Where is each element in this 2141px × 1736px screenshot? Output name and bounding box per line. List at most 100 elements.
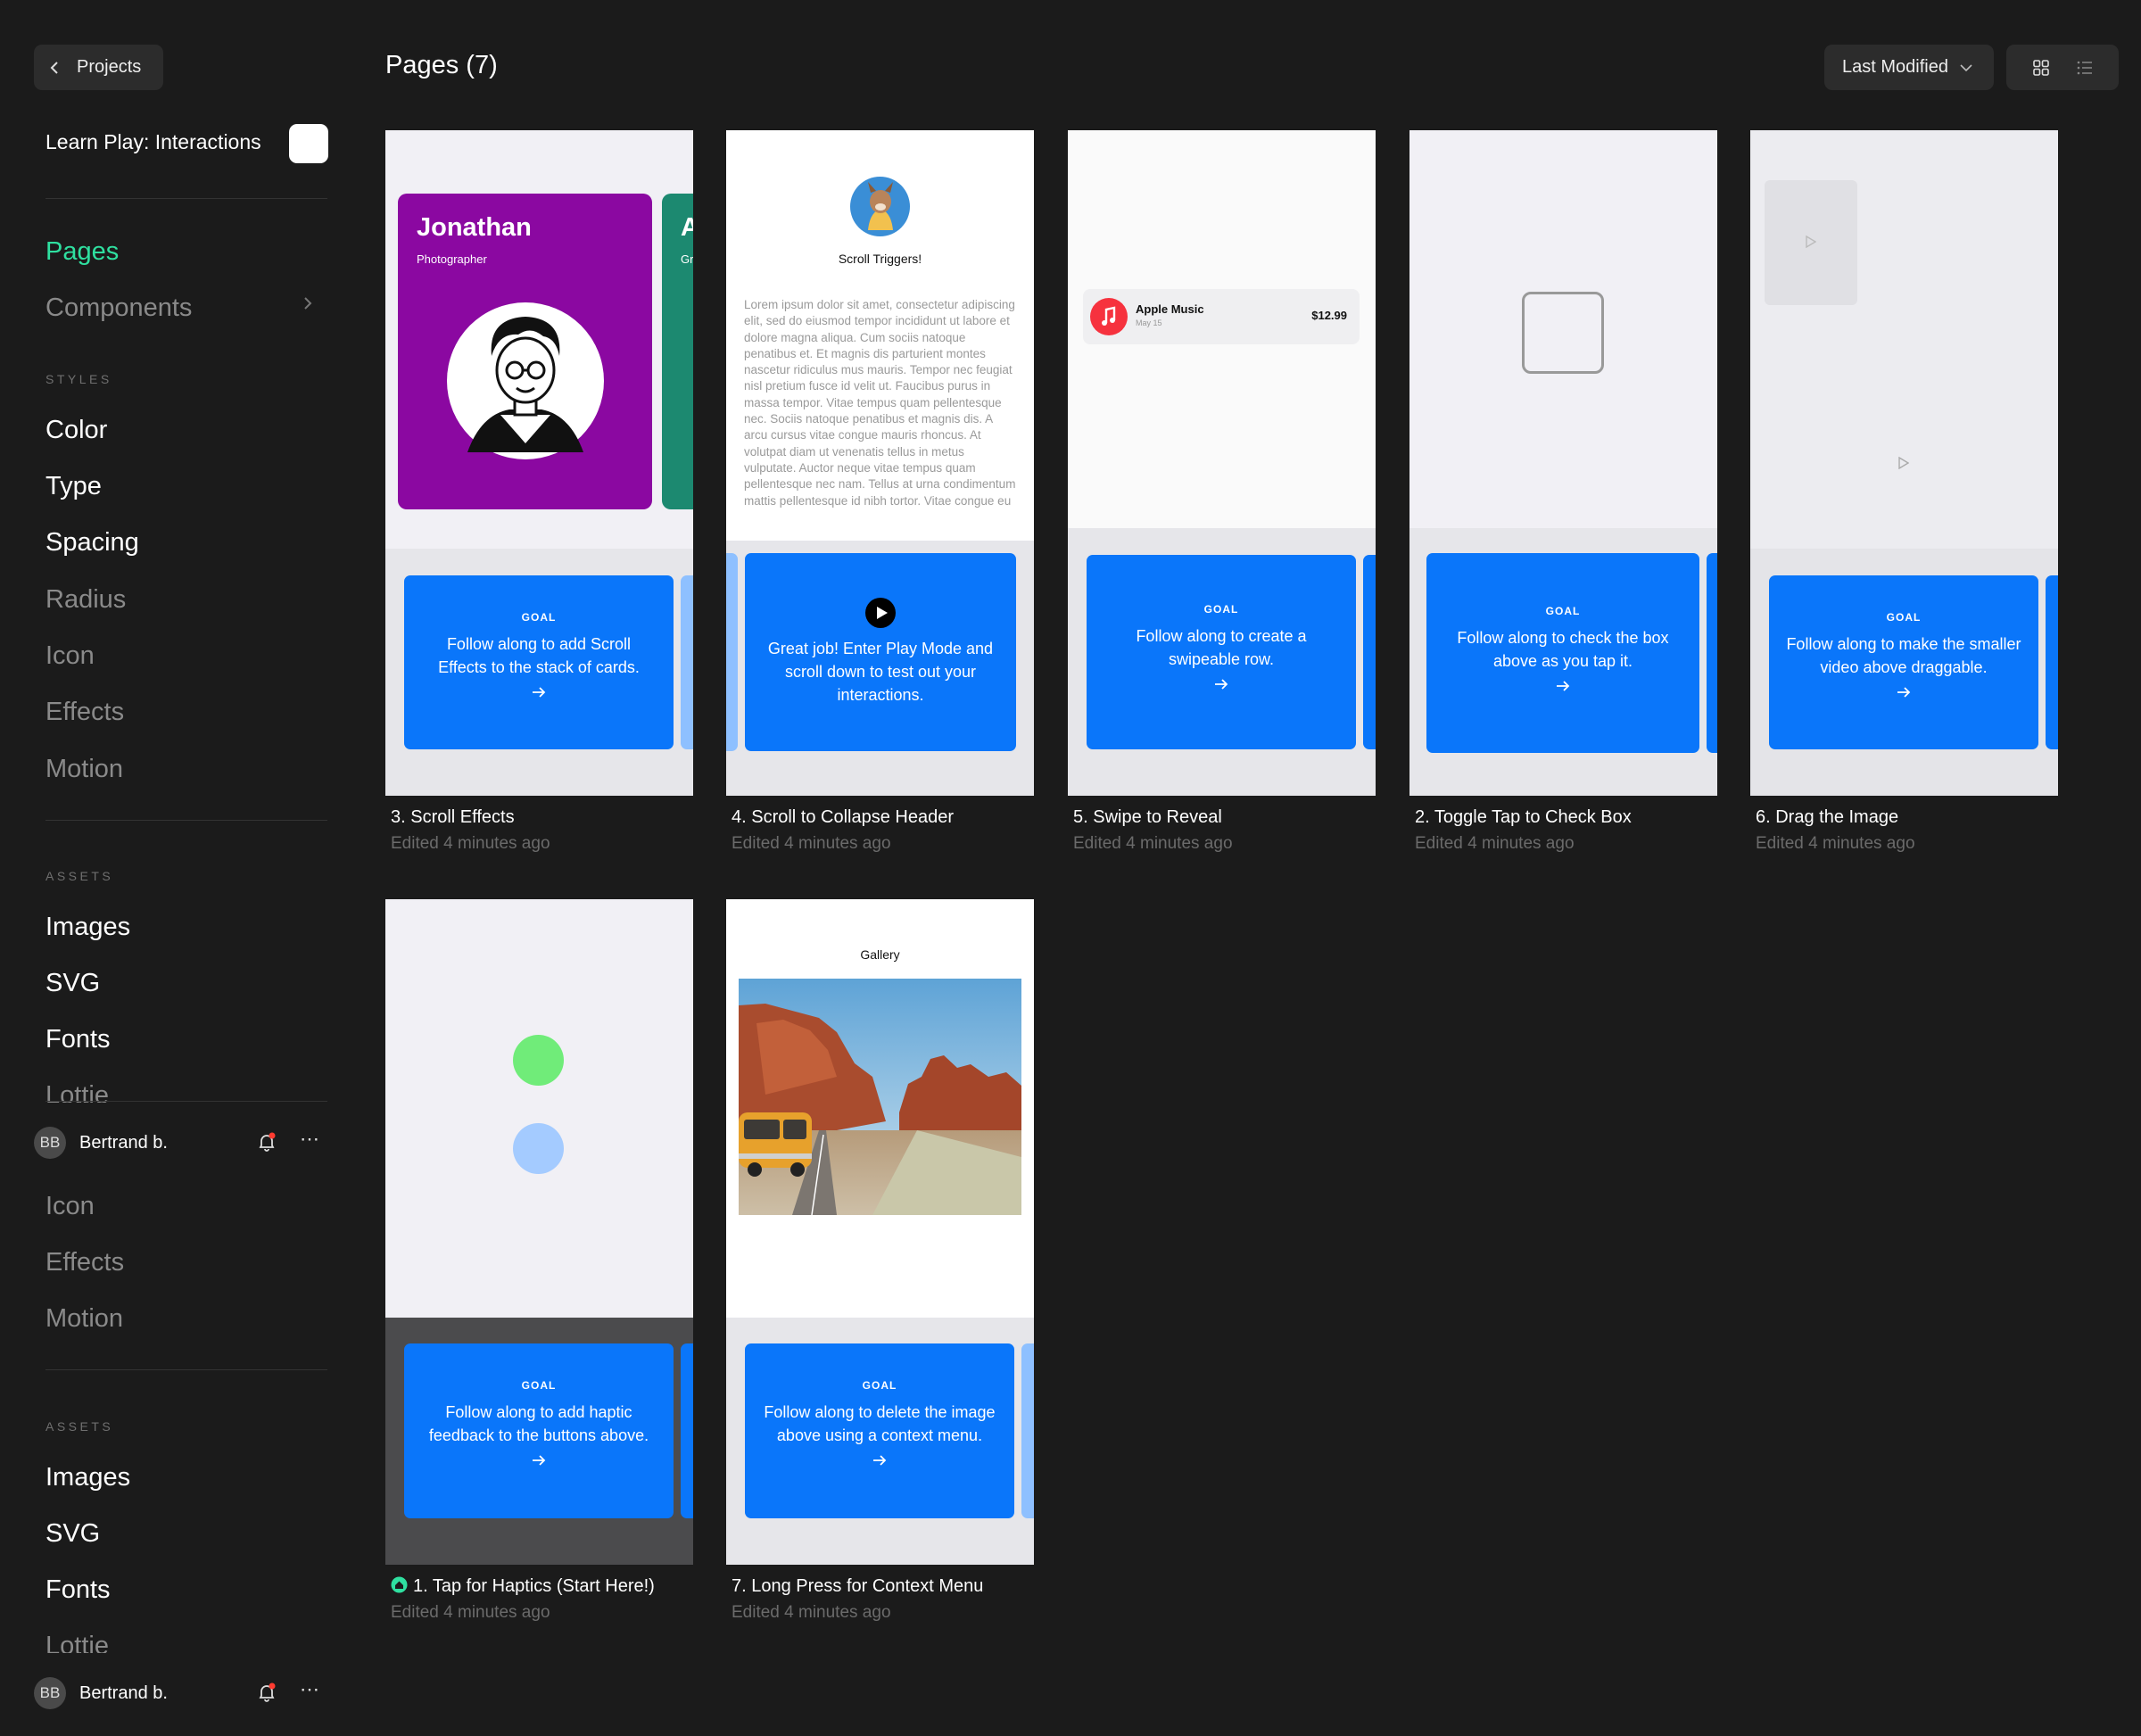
grid-view-icon[interactable] [2032, 59, 2050, 77]
arrow-right-icon [1557, 681, 1570, 691]
dog-avatar [850, 177, 910, 236]
goal-label: GOAL [1886, 611, 1922, 624]
nav-radius[interactable]: Radius [45, 585, 126, 615]
nav-svg[interactable]: SVG [45, 969, 100, 998]
chevron-down-icon [1960, 63, 1972, 71]
arrow-right-icon [873, 1455, 887, 1466]
edited-time: Edited 4 minutes ago [732, 834, 891, 853]
nav-icon[interactable]: Icon [45, 1192, 95, 1221]
goal-label: GOAL [521, 611, 557, 624]
nav-icon[interactable]: Icon [45, 641, 95, 671]
project-icon[interactable] [289, 124, 328, 163]
small-video [1765, 180, 1857, 305]
person-illustration [447, 302, 604, 459]
page-card-drag-image[interactable]: GOAL Follow along to make the smaller vi… [1750, 130, 2058, 796]
nav-lottie[interactable]: Lottie [45, 1081, 109, 1103]
page-title-scroll-collapse[interactable]: 4. Scroll to Collapse Header [732, 807, 954, 828]
page-title-long-press[interactable]: 7. Long Press for Context Menu [732, 1576, 983, 1597]
next-goal-card [681, 575, 693, 749]
goal-card[interactable]: Great job! Enter Play Mode and scroll do… [745, 553, 1016, 751]
next-profile-initial: A [681, 213, 693, 242]
goal-label: GOAL [521, 1379, 557, 1392]
page-card-toggle-check[interactable]: GOAL Follow along to check the box above… [1409, 130, 1717, 796]
goal-text: Follow along to delete the image above u… [764, 1403, 996, 1444]
nav-motion[interactable]: Motion [45, 1304, 123, 1334]
edited-time: Edited 4 minutes ago [1415, 834, 1575, 853]
goal-card[interactable]: GOAL Follow along to check the box above… [1426, 553, 1699, 753]
nav-components[interactable]: Components [45, 293, 192, 323]
view-toggle [2006, 45, 2119, 90]
sort-dropdown[interactable]: Last Modified [1824, 45, 1994, 90]
project-title: Learn Play: Interactions [45, 130, 261, 153]
row-price: $12.99 [1311, 309, 1347, 322]
page-title-scroll-effects[interactable]: 3. Scroll Effects [391, 807, 515, 828]
back-to-projects-button[interactable]: Projects [34, 45, 163, 90]
goal-card[interactable]: GOAL Follow along to delete the image ab… [745, 1343, 1014, 1518]
more-options-icon[interactable]: ⋯ [300, 1678, 320, 1701]
page-card-scroll-collapse[interactable]: Scroll Triggers! Lorem ipsum dolor sit a… [726, 130, 1034, 796]
nav-fonts[interactable]: Fonts [45, 1575, 111, 1605]
arrow-right-icon [533, 687, 546, 698]
chevron-right-icon [304, 297, 312, 310]
goal-card[interactable]: GOAL Follow along to make the smaller vi… [1769, 575, 2038, 749]
goal-text: Follow along to add Scroll Effects to th… [438, 635, 640, 676]
music-row: Apple Music May 15 $12.99 [1083, 289, 1360, 344]
nav-color[interactable]: Color [45, 416, 107, 445]
row-title: Apple Music [1136, 302, 1204, 316]
page-title: Pages (7) [385, 51, 498, 79]
user-name[interactable]: Bertrand b. [79, 1133, 168, 1153]
page-card-swipe-reveal[interactable]: Apple Music May 15 $12.99 GOAL Follow al… [1068, 130, 1376, 796]
play-icon [865, 598, 896, 628]
page-card-long-press[interactable]: Gallery GOAL Follow along to delete the … [726, 899, 1034, 1565]
next-profile-role: Gr [681, 252, 693, 266]
nav-pages[interactable]: Pages [45, 237, 119, 267]
page-card-tap-haptics[interactable]: GOAL Follow along to add haptic feedback… [385, 899, 693, 1565]
list-view-icon[interactable] [2076, 59, 2094, 77]
divider [45, 1101, 327, 1102]
edited-time: Edited 4 minutes ago [1756, 834, 1915, 853]
goal-card[interactable]: GOAL Follow along to add Scroll Effects … [404, 575, 674, 749]
assets-section-label: ASSETS [45, 1419, 114, 1434]
next-goal-card [1363, 555, 1376, 749]
blue-button [513, 1123, 564, 1174]
profile-name: Jonathan [417, 213, 532, 242]
sort-label: Last Modified [1842, 57, 1948, 77]
nav-fonts[interactable]: Fonts [45, 1025, 111, 1054]
page-title-tap-haptics[interactable]: 1. Tap for Haptics (Start Here!) [413, 1576, 655, 1597]
next-profile-card: A Gr [662, 194, 693, 509]
nav-motion[interactable]: Motion [45, 755, 123, 784]
user-name[interactable]: Bertrand b. [79, 1683, 168, 1704]
assets-section-label: ASSETS [45, 869, 114, 883]
nav-images[interactable]: Images [45, 913, 130, 942]
back-label: Projects [77, 57, 142, 77]
edited-time: Edited 4 minutes ago [391, 1603, 550, 1622]
page-title-drag-image[interactable]: 6. Drag the Image [1756, 807, 1898, 828]
avatar[interactable]: BB [34, 1677, 66, 1709]
play-icon [1806, 236, 1816, 248]
bell-icon[interactable] [256, 1131, 277, 1153]
bell-icon[interactable] [256, 1682, 277, 1703]
divider [45, 198, 327, 199]
goal-card[interactable]: GOAL Follow along to create a swipeable … [1087, 555, 1356, 749]
more-options-icon[interactable]: ⋯ [300, 1128, 320, 1151]
nav-svg[interactable]: SVG [45, 1519, 100, 1549]
page-card-scroll-effects[interactable]: Jonathan Photographer A Gr GOAL Follow a… [385, 130, 693, 796]
next-goal-card [681, 1343, 693, 1518]
nav-effects[interactable]: Effects [45, 698, 124, 727]
goal-label: GOAL [862, 1379, 897, 1392]
goal-card[interactable]: GOAL Follow along to add haptic feedback… [404, 1343, 674, 1518]
row-date: May 15 [1136, 318, 1162, 327]
nav-images[interactable]: Images [45, 1463, 130, 1492]
page-title-swipe-reveal[interactable]: 5. Swipe to Reveal [1073, 807, 1222, 828]
nav-type[interactable]: Type [45, 472, 102, 501]
arrow-right-icon [1215, 679, 1228, 690]
nav-lottie[interactable]: Lottie [45, 1632, 109, 1653]
prev-goal-card [726, 553, 738, 751]
goal-text: Follow along to make the smaller video a… [1786, 635, 2021, 676]
avatar[interactable]: BB [34, 1127, 66, 1159]
goal-text: Follow along to add haptic feedback to t… [428, 1403, 649, 1444]
landscape-photo [739, 979, 1021, 1215]
page-title-toggle-check[interactable]: 2. Toggle Tap to Check Box [1415, 807, 1632, 828]
nav-effects[interactable]: Effects [45, 1248, 124, 1277]
nav-spacing[interactable]: Spacing [45, 528, 139, 558]
